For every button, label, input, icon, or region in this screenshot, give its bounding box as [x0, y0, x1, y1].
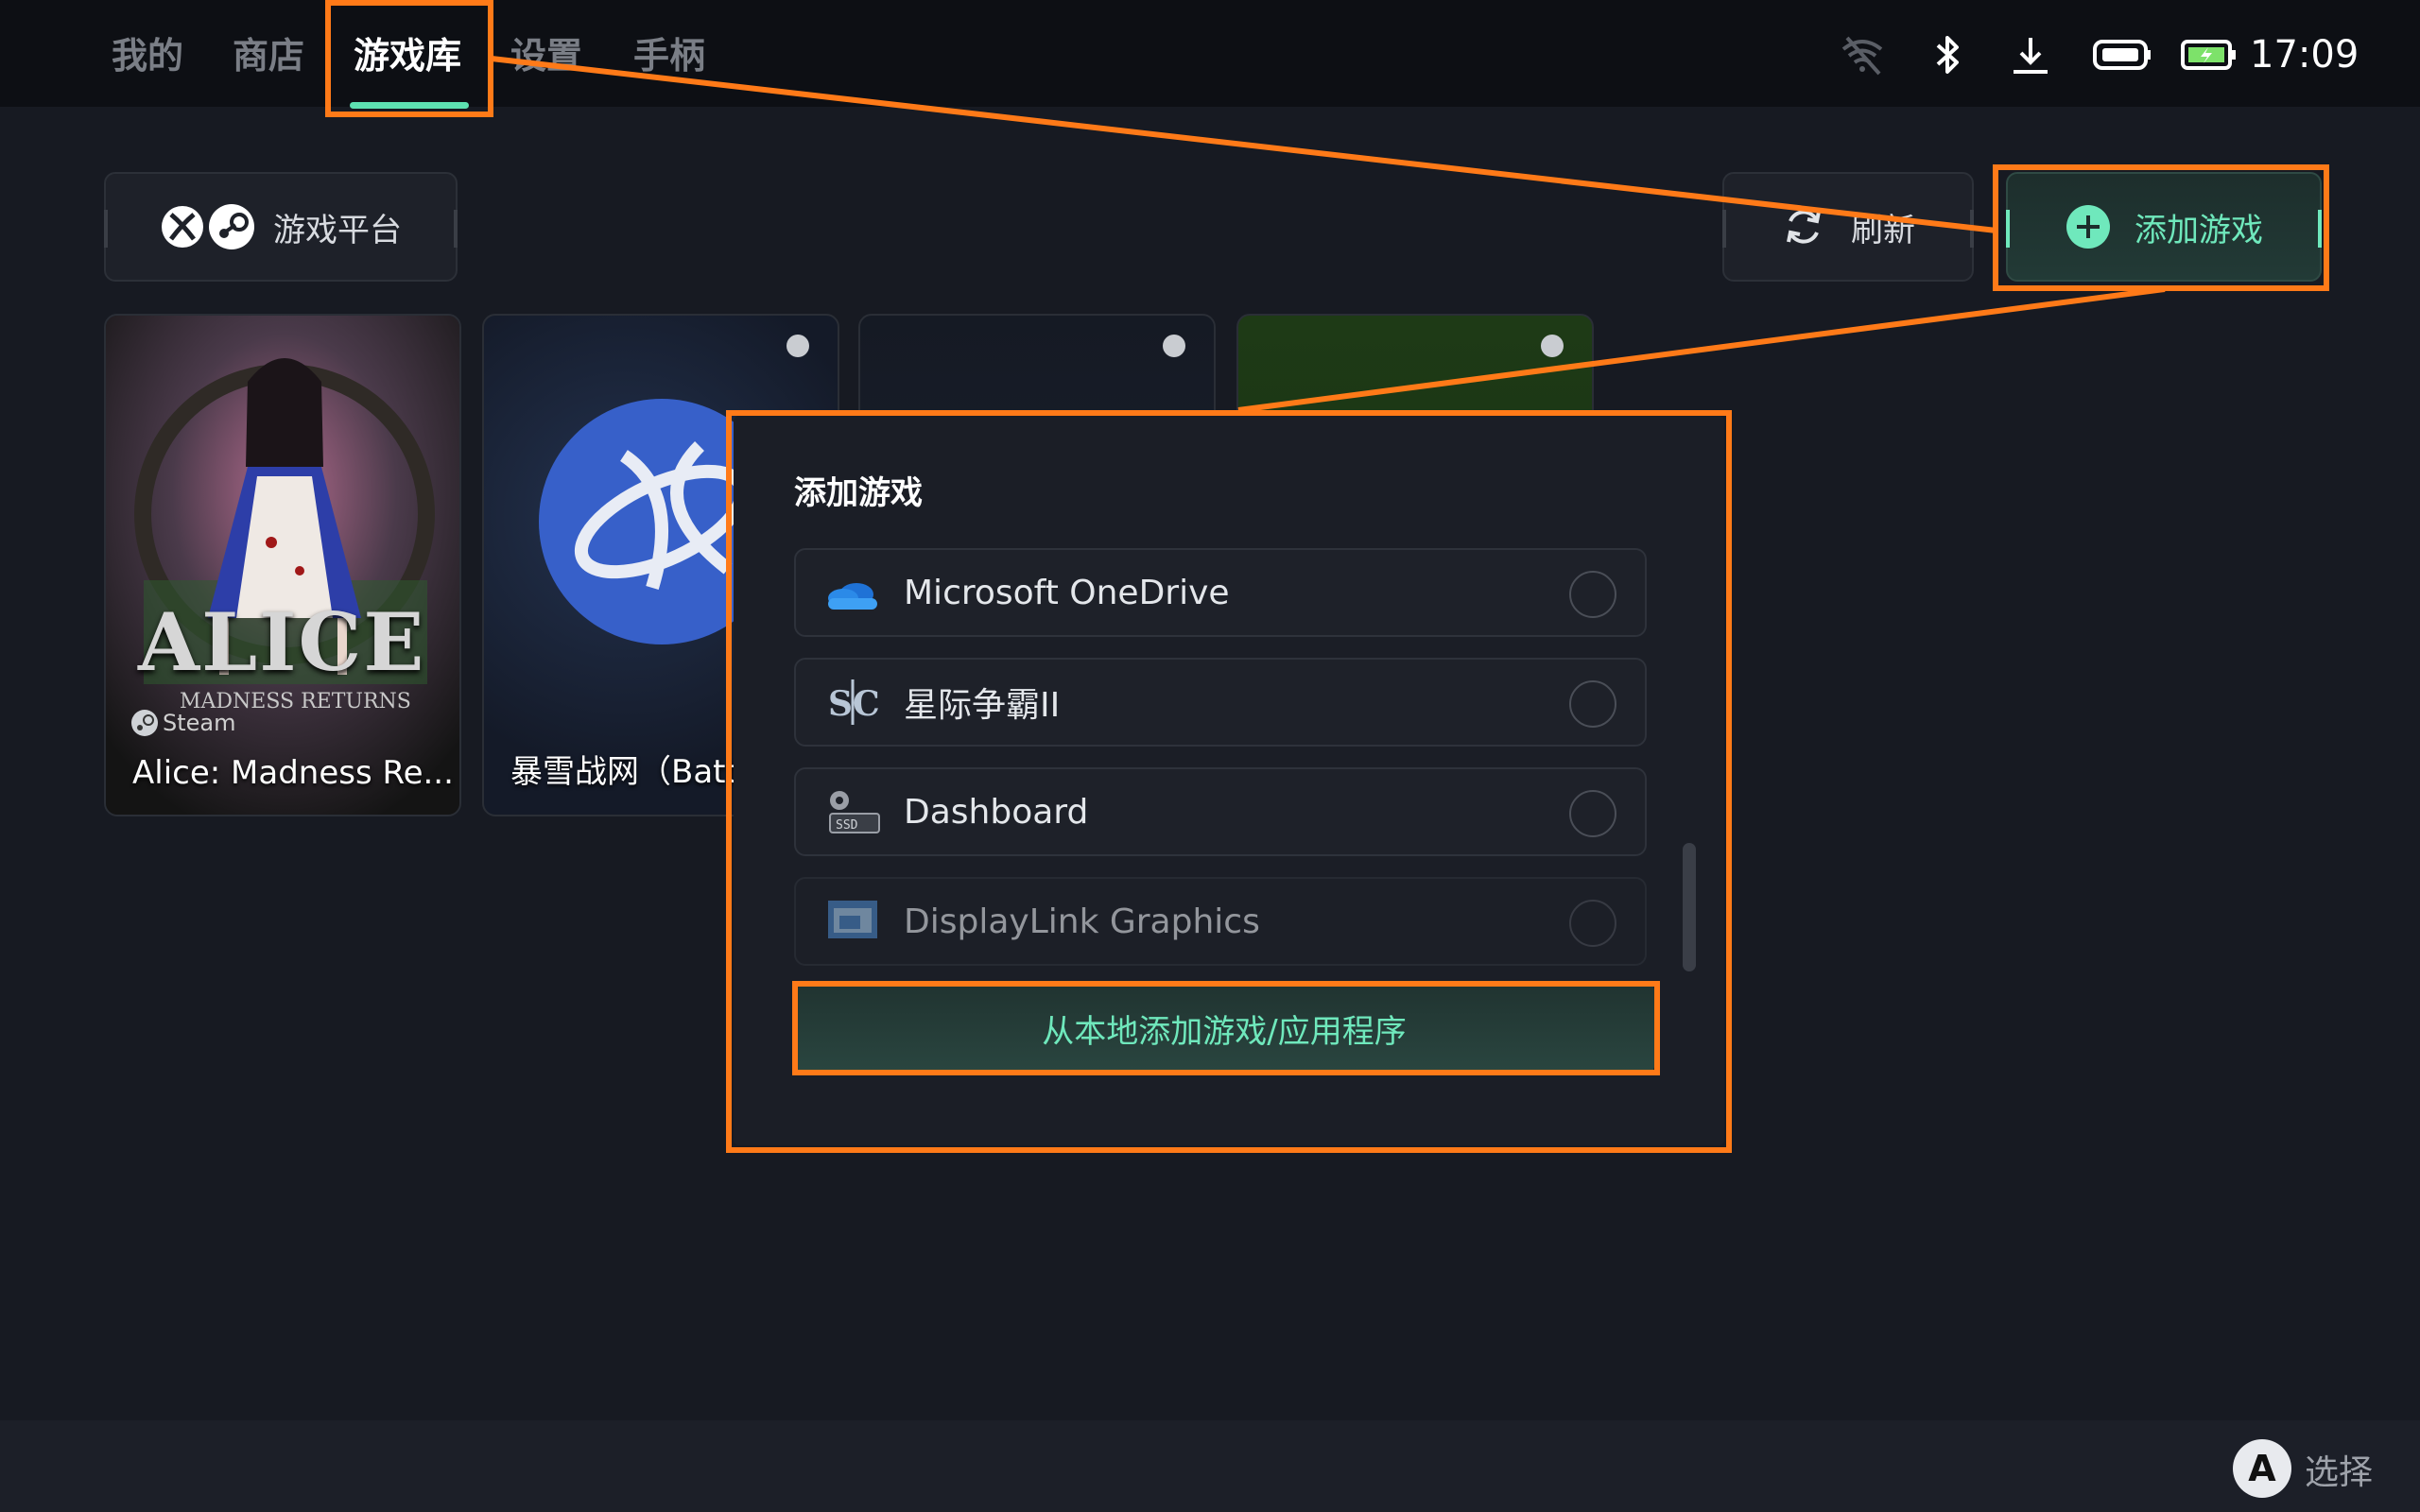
option-starcraft[interactable]: SC 星际争霸II	[794, 658, 1647, 747]
dialog-title: 添加游戏	[794, 474, 923, 512]
bottom-hint-bar: A 选择	[0, 1420, 2420, 1512]
download-icon	[2014, 38, 2048, 74]
steam-badge-label: Steam	[163, 710, 236, 736]
steam-badge: Steam	[130, 709, 236, 737]
active-tab-indicator	[350, 102, 469, 109]
alice-art-title: ALICE	[138, 595, 426, 689]
option-label: 星际争霸II	[904, 686, 1061, 725]
starcraft-icon: SC	[828, 679, 880, 725]
a-button-action-label: 选择	[2305, 1453, 2374, 1492]
bluetooth-icon	[1936, 36, 1959, 74]
radio-button[interactable]	[1569, 900, 1616, 947]
status-dot	[1163, 335, 1185, 357]
battery-charging-icon	[2181, 40, 2236, 70]
option-displaylink[interactable]: DisplayLink Graphics	[794, 877, 1647, 966]
tab-controller[interactable]: 手柄	[633, 32, 705, 79]
option-label: Dashboard	[904, 792, 1089, 832]
add-game-label: 添加游戏	[2135, 211, 2263, 249]
add-game-button[interactable]: 添加游戏	[2006, 172, 2322, 282]
option-label: Microsoft OneDrive	[904, 573, 1230, 612]
top-nav-bar: 我的 商店 游戏库 设置 手柄 17:09	[0, 0, 2420, 107]
xbox-steam-icon	[162, 204, 254, 249]
status-dot	[1541, 335, 1564, 357]
svg-text:SSD: SSD	[836, 818, 858, 833]
add-local-game-button[interactable]: 从本地添加游戏/应用程序	[794, 983, 1654, 1074]
add-game-dialog: 添加游戏 Microsoft OneDrive SC 星际争霸II SSD Da…	[734, 416, 1724, 1145]
game-platform-label: 游戏平台	[273, 211, 402, 249]
a-button-icon: A	[2233, 1439, 2291, 1498]
game-card-alice[interactable]: ALICE MADNESS RETURNS Steam Alice: Madne…	[104, 314, 461, 816]
plus-circle-icon	[2066, 205, 2110, 249]
controller-battery-icon	[2093, 40, 2151, 70]
option-onedrive[interactable]: Microsoft OneDrive	[794, 548, 1647, 637]
tab-store[interactable]: 商店	[233, 32, 304, 79]
radio-button[interactable]	[1569, 790, 1616, 837]
displaylink-icon	[828, 901, 877, 938]
game-title: Alice: Madness Re...	[132, 754, 454, 792]
radio-button[interactable]	[1569, 680, 1616, 728]
option-label: DisplayLink Graphics	[904, 902, 1260, 941]
steam-icon	[131, 710, 158, 736]
tab-settings[interactable]: 设置	[510, 32, 582, 79]
dialog-scrollbar[interactable]	[1683, 843, 1696, 971]
tab-mine[interactable]: 我的	[112, 32, 183, 79]
refresh-button[interactable]: 刷新	[1722, 172, 1974, 282]
alice-cover-art	[106, 316, 459, 815]
refresh-icon	[1787, 210, 1821, 244]
refresh-label: 刷新	[1851, 211, 1915, 249]
option-dashboard[interactable]: SSD Dashboard	[794, 767, 1647, 856]
onedrive-icon	[828, 583, 877, 610]
tab-library[interactable]: 游戏库	[354, 32, 461, 79]
game-platform-button[interactable]: 游戏平台	[104, 172, 458, 282]
wifi-off-icon	[1841, 36, 1883, 76]
dashboard-icon: SSD	[829, 791, 880, 833]
clock: 17:09	[2250, 33, 2360, 77]
status-dot	[786, 335, 809, 357]
radio-button[interactable]	[1569, 571, 1616, 618]
